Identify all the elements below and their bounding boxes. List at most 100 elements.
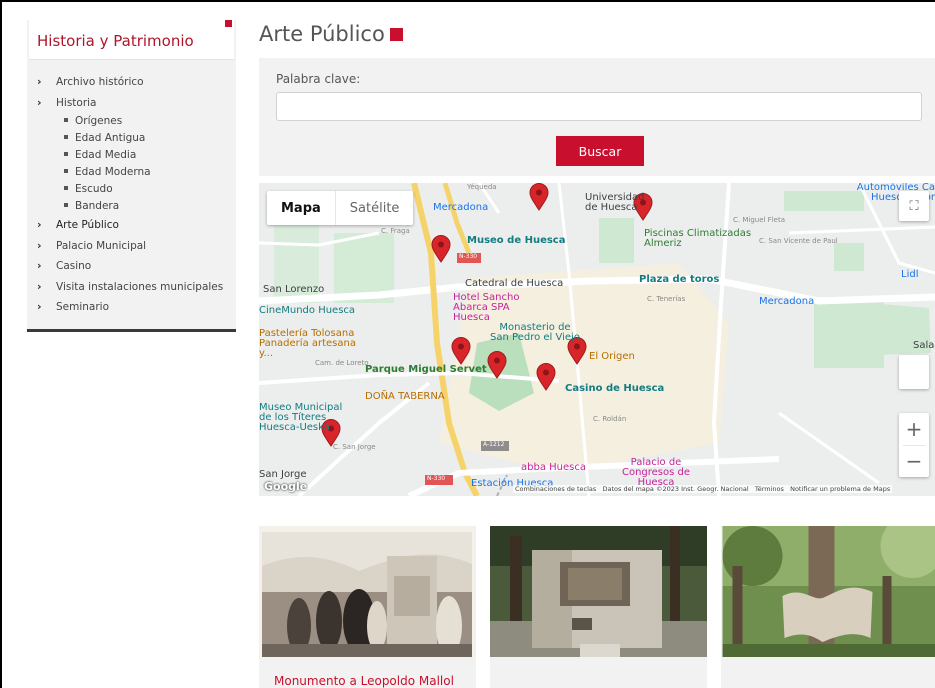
sidebar-subitem-escudo[interactable]: Escudo <box>64 181 236 198</box>
search-panel: Palabra clave: Buscar <box>259 58 935 176</box>
sidebar-menu: › Archivo histórico › Historia Orígenes Ed… <box>27 60 236 318</box>
report-problem-link[interactable]: Notificar un problema de Maps <box>790 485 890 493</box>
map-type-satelite[interactable]: Satélite <box>334 191 414 225</box>
bullet-icon <box>64 203 68 207</box>
terms-link[interactable]: Términos <box>755 485 784 493</box>
fullscreen-icon[interactable]: ⛶ <box>899 191 929 221</box>
zoom-in-button[interactable]: + <box>899 413 929 445</box>
keyboard-shortcuts-link[interactable]: Combinaciones de teclas <box>515 485 596 493</box>
bullet-icon <box>64 135 68 139</box>
road-shield-a1212: A-1212 <box>483 441 505 448</box>
artwork-card[interactable] <box>721 526 935 688</box>
map-label-miguel-fleta: C. Miguel Fleta <box>733 216 785 224</box>
map-label-fraga: C. Fraga <box>381 227 410 235</box>
chevron-right-icon: › <box>37 279 42 293</box>
bullet-icon <box>64 118 68 122</box>
map-marker[interactable] <box>431 235 451 263</box>
sidebar-subitem-edad-antigua[interactable]: Edad Antigua <box>64 130 236 147</box>
map-label-abba: abba Huesca <box>521 462 586 473</box>
bullet-icon <box>64 186 68 190</box>
artwork-photo[interactable] <box>259 526 476 657</box>
page-title-text: Arte Público <box>259 22 385 46</box>
sidebar-item-label: Archivo histórico <box>56 76 144 88</box>
map-label-museo: Museo de Huesca <box>467 235 566 246</box>
map-label-congresos: Palacio de Congresos de Huesca <box>621 457 691 488</box>
map-label-piscinas: Piscinas Climatizadas Almeriz <box>644 228 752 249</box>
sidebar-item-label: Arte Público <box>56 219 119 231</box>
map-marker[interactable] <box>536 363 556 391</box>
google-logo[interactable]: Google <box>264 480 307 493</box>
map[interactable]: Mercadona Yéqueda Universidad de Huesca … <box>259 183 935 496</box>
sidebar-subitem-bandera[interactable]: Bandera <box>64 198 236 215</box>
title-accent-square <box>389 27 403 41</box>
map-label-tenerias: C. Tenerías <box>647 295 686 303</box>
sidebar-item-casino[interactable]: › Casino <box>37 256 236 277</box>
artwork-photo[interactable] <box>721 526 935 657</box>
artwork-card[interactable]: Monumento a Leopoldo Mallol <box>259 526 476 688</box>
sidebar-accent-mark <box>225 20 232 27</box>
bullet-icon <box>64 152 68 156</box>
sidebar-subitem-label: Edad Moderna <box>75 166 151 178</box>
map-label-museo-municipal: Museo Municipal de los Títeres Huesca-Ue… <box>259 402 343 433</box>
sidebar-item-historia[interactable]: › Historia Orígenes Edad Antigua Edad Med… <box>37 93 236 216</box>
chevron-right-icon: › <box>37 218 42 231</box>
page-title: Arte Público <box>259 22 403 46</box>
sidebar-submenu-historia: Orígenes Edad Antigua Edad Media Edad Mo… <box>56 113 236 215</box>
sidebar-item-label: Visita instalaciones municipales <box>56 280 224 293</box>
sidebar-item-seminario[interactable]: › Seminario <box>37 297 236 318</box>
map-label-pasteleria: Pastelería Tolosana Panadería artesana y… <box>259 328 356 359</box>
keyword-input[interactable] <box>276 92 922 121</box>
map-label-cam-loreto: Cam. de Loreto <box>315 359 369 367</box>
map-label-el-origen: El Origen <box>589 351 635 362</box>
map-label-cinemundo: CineMundo Huesca <box>259 305 356 316</box>
map-type-mapa[interactable]: Mapa <box>267 191 335 225</box>
map-label-san-jorge-street: C. San Jorge <box>333 443 376 451</box>
chevron-right-icon: › <box>37 75 42 88</box>
map-label-mercadona-2: Mercadona <box>759 296 815 307</box>
map-label-yequeda: Yéqueda <box>467 183 497 191</box>
map-label-roldan: C. Roldán <box>593 415 627 423</box>
street-view-pegman-icon[interactable] <box>899 355 929 389</box>
sidebar-item-label: Casino <box>56 260 92 272</box>
map-data-text: Datos del mapa ©2023 Inst. Geogr. Nacion… <box>602 485 749 493</box>
map-label-parque: Parque Miguel Servet <box>365 364 487 375</box>
sidebar-subitem-label: Edad Media <box>75 149 137 161</box>
sidebar-subitem-edad-moderna[interactable]: Edad Moderna <box>64 164 236 181</box>
sidebar-item-palacio[interactable]: › Palacio Municipal <box>37 236 236 257</box>
chevron-right-icon: › <box>37 300 42 313</box>
search-button[interactable]: Buscar <box>556 136 644 166</box>
sidebar-title[interactable]: Historia y Patrimonio <box>37 32 194 50</box>
map-marker[interactable] <box>529 183 549 211</box>
map-label-hotel: Hotel Sancho Abarca SPA Huesca <box>453 292 520 323</box>
bullet-icon <box>64 169 68 173</box>
sidebar: Historia y Patrimonio › Archivo histórico… <box>27 20 236 332</box>
road-shield-n330-south: N-330 <box>427 475 446 482</box>
artwork-photo[interactable] <box>490 526 707 657</box>
sidebar-item-label: Historia <box>56 96 97 109</box>
keyword-label: Palabra clave: <box>276 72 361 86</box>
map-label-san-jorge: San Jorge <box>259 469 307 480</box>
sidebar-item-archivo[interactable]: › Archivo histórico <box>37 72 236 93</box>
map-marker[interactable] <box>487 351 507 379</box>
sidebar-item-label: Palacio Municipal <box>56 239 147 252</box>
map-attribution: Combinaciones de teclas Datos del mapa ©… <box>513 485 893 493</box>
sidebar-item-arte-publico[interactable]: › Arte Público <box>37 215 236 236</box>
map-label-dona-taberna: DOÑA TABERNA <box>365 391 445 402</box>
chevron-right-icon: › <box>37 238 42 252</box>
map-label-san-vicente: C. San Vicente de Paul <box>759 237 838 245</box>
sidebar-subitem-edad-media[interactable]: Edad Media <box>64 147 236 164</box>
artwork-title[interactable]: Monumento a Leopoldo Mallol <box>274 674 454 688</box>
map-label-casino: Casino de Huesca <box>565 383 665 394</box>
map-label-san-lorenzo: San Lorenzo <box>263 284 325 295</box>
map-label-lidl: Lidl <box>901 269 919 280</box>
map-marker[interactable] <box>451 337 471 365</box>
map-type-toggle: Mapa Satélite <box>267 191 414 225</box>
sidebar-subitem-origenes[interactable]: Orígenes <box>64 113 236 130</box>
sidebar-item-visita[interactable]: › Visita instalaciones municipales <box>37 277 236 298</box>
sidebar-item-label: Seminario <box>56 301 110 313</box>
artwork-card[interactable] <box>490 526 707 688</box>
zoom-out-button[interactable]: − <box>899 445 929 477</box>
chevron-right-icon: › <box>37 95 42 109</box>
map-label-plaza-toros: Plaza de toros <box>639 274 720 285</box>
sidebar-subitem-label: Edad Antigua <box>75 132 146 144</box>
